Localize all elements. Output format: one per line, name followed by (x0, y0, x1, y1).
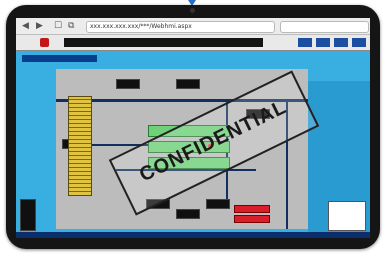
status-footer (16, 232, 370, 238)
search-field[interactable] (280, 21, 369, 33)
status-box[interactable] (206, 199, 230, 209)
status-box[interactable] (116, 79, 140, 89)
company-logo (40, 38, 49, 47)
header-button-2[interactable] (316, 38, 330, 47)
header-button-4[interactable] (352, 38, 366, 47)
camera-icon (190, 8, 195, 13)
river-outfall (308, 81, 370, 238)
alarm-bar (234, 205, 270, 213)
plant-title (22, 55, 97, 62)
tablet-screen: ◀ ▶ ☐ ⧉ xxx.xxx.xxx.xxx/***/Webhmi.aspx (16, 18, 370, 238)
url-field[interactable]: xxx.xxx.xxx.xxx/***/Webhmi.aspx (86, 21, 275, 33)
header-button-1[interactable] (298, 38, 312, 47)
level-gauge (20, 199, 36, 231)
river-level-table (328, 201, 366, 231)
back-button[interactable]: ◀ (22, 21, 29, 31)
screen-rack (68, 96, 92, 196)
status-box[interactable] (176, 79, 200, 89)
tabs-icon[interactable]: ⧉ (68, 21, 74, 31)
app-header (16, 35, 370, 51)
alarm-ticker (64, 38, 263, 47)
status-box[interactable] (176, 209, 200, 219)
forward-button[interactable]: ▶ (36, 21, 43, 31)
browser-toolbar: ◀ ▶ ☐ ⧉ xxx.xxx.xxx.xxx/***/Webhmi.aspx (16, 18, 370, 35)
alarm-bar (234, 215, 270, 223)
tablet-frame: ◀ ▶ ☐ ⧉ xxx.xxx.xxx.xxx/***/Webhmi.aspx (6, 5, 380, 249)
bookmarks-icon[interactable]: ☐ (54, 21, 62, 31)
header-button-3[interactable] (334, 38, 348, 47)
